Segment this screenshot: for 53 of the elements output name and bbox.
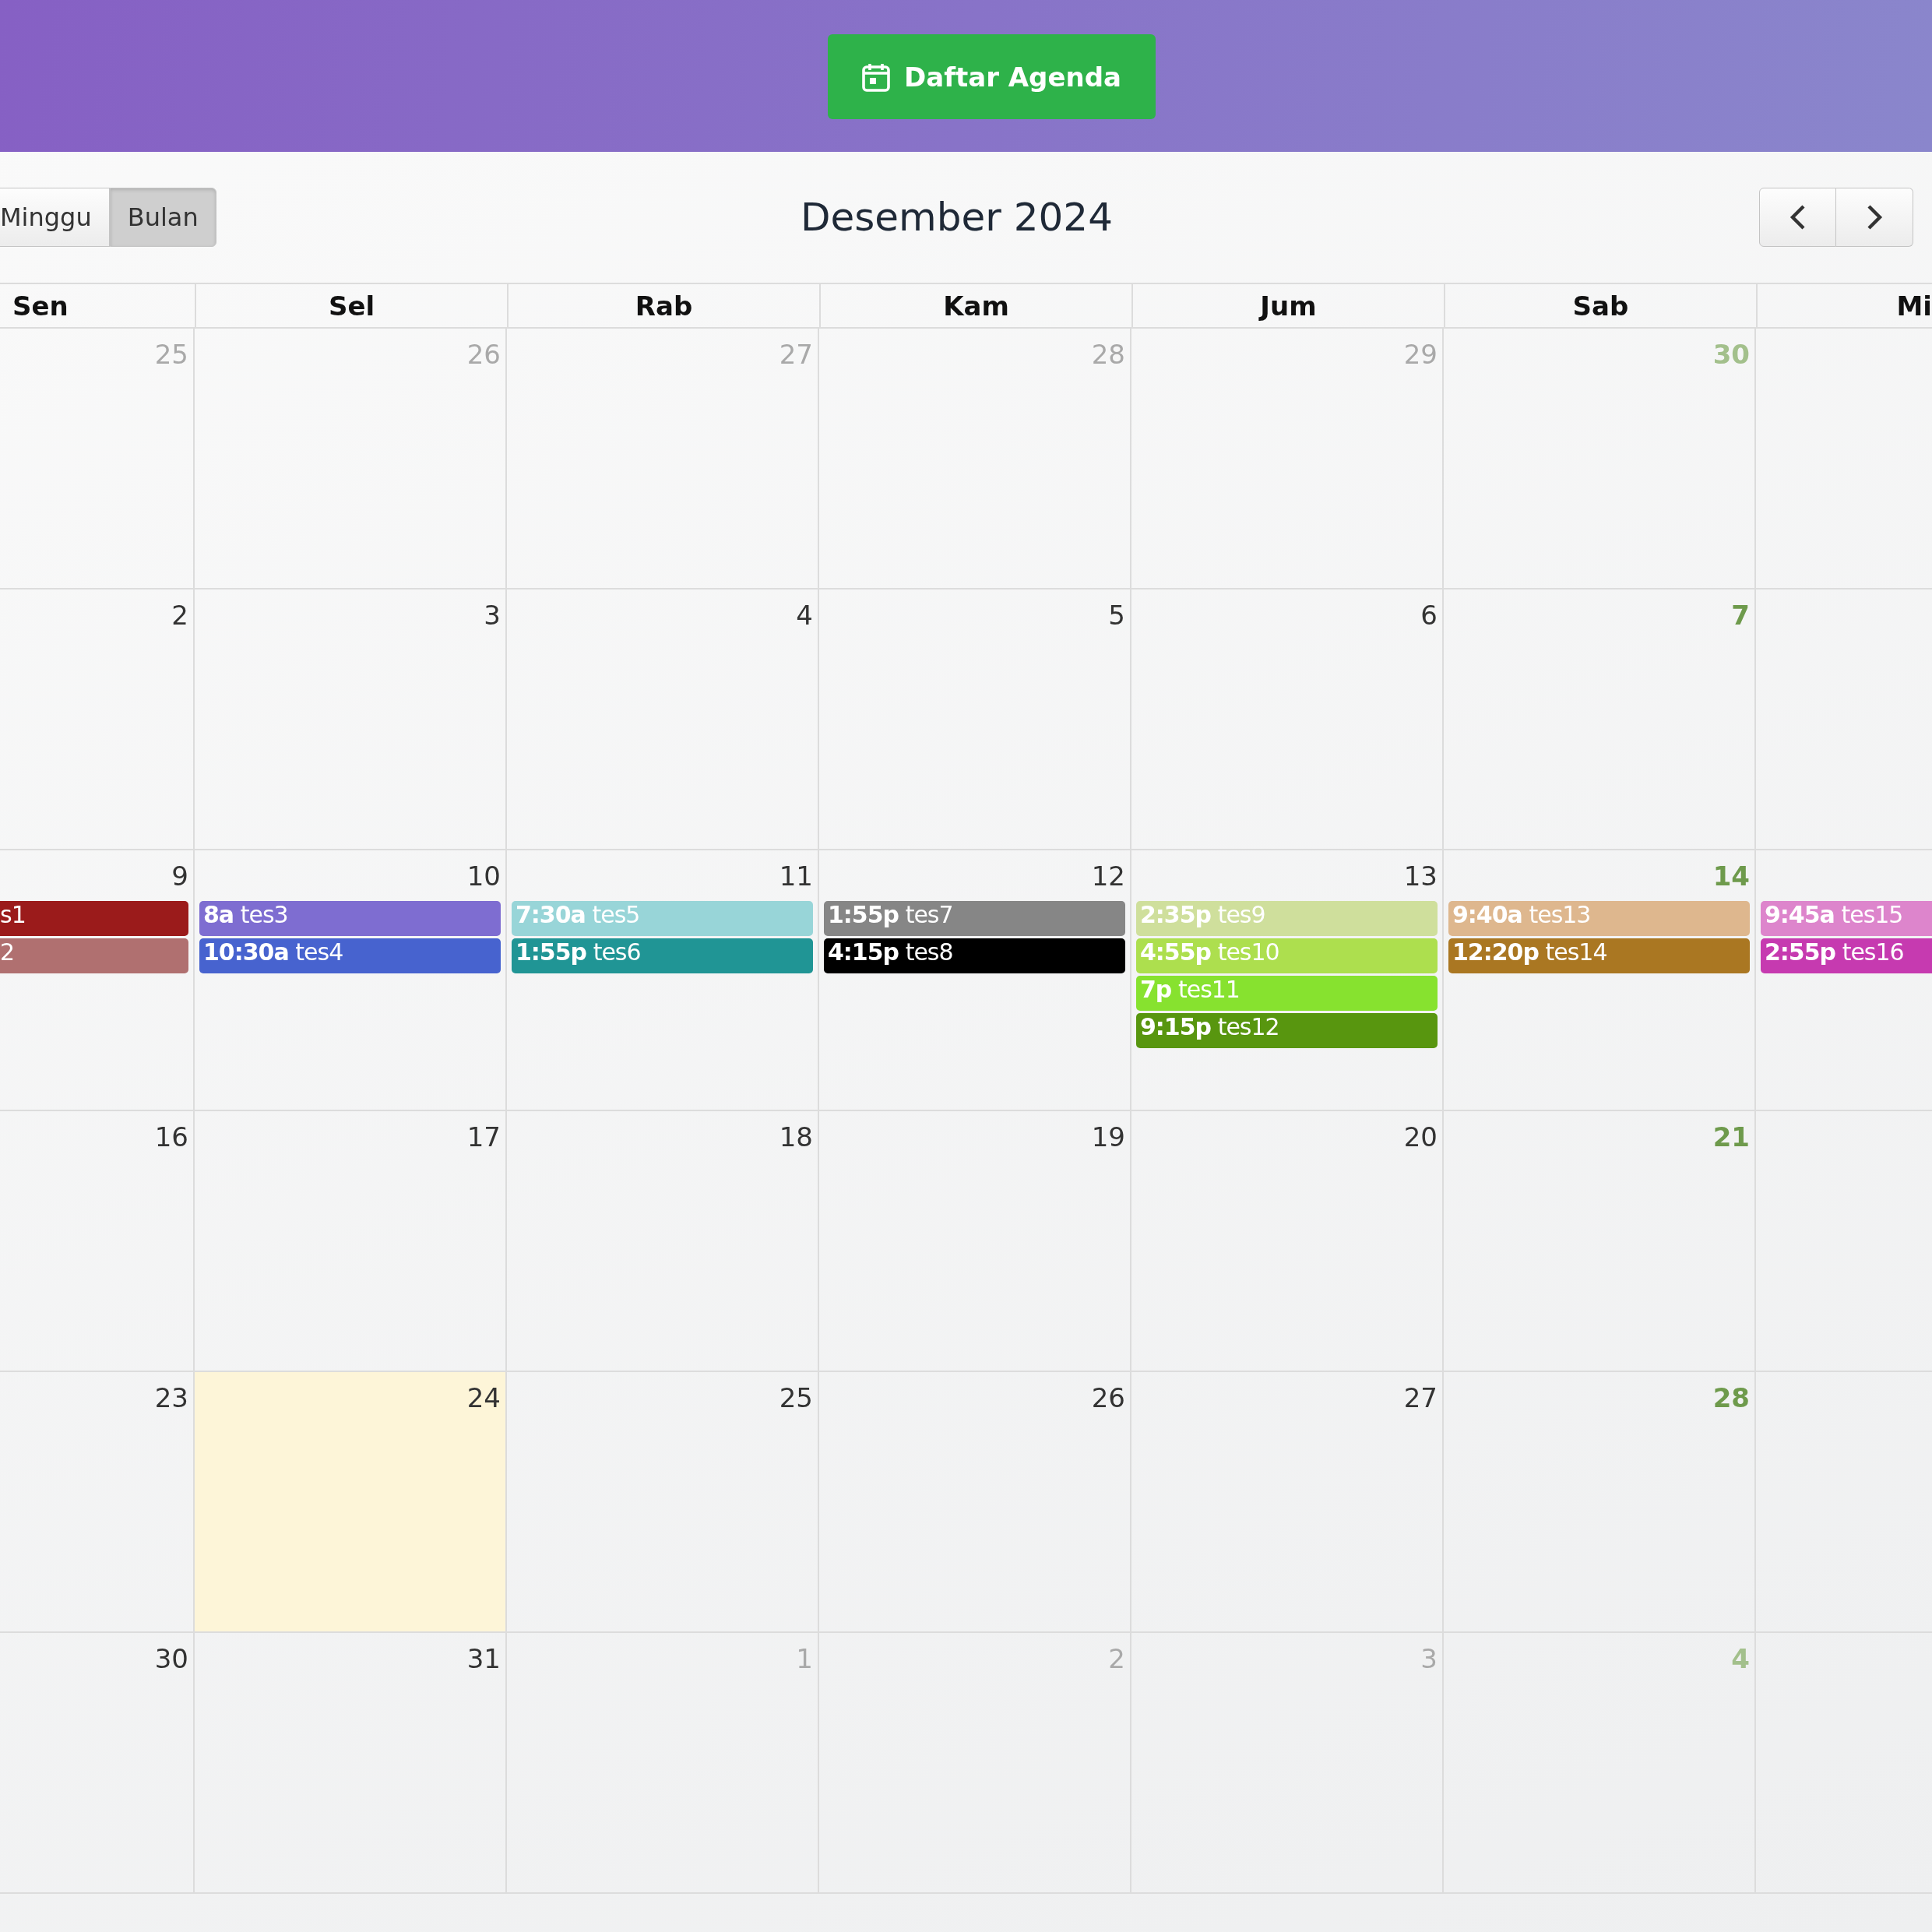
calendar-event[interactable]: 2 — [0, 938, 188, 973]
day-number[interactable]: 20 — [1403, 1114, 1438, 1160]
calendar-event[interactable]: 1:55p tes7 — [824, 901, 1125, 936]
calendar-event[interactable]: 8a tes3 — [199, 901, 501, 936]
day-number[interactable]: 28 — [1712, 1375, 1750, 1420]
calendar-event[interactable]: 12:20p tes14 — [1448, 938, 1750, 973]
day-number[interactable]: 26 — [1091, 1375, 1125, 1420]
weekday-header: Sab — [1444, 284, 1756, 327]
weekday-header: Rab — [507, 284, 819, 327]
day-number[interactable]: 6 — [1420, 593, 1438, 638]
chevron-left-icon — [1789, 204, 1807, 231]
day-number[interactable]: 27 — [1403, 1375, 1438, 1420]
day-number[interactable]: 5 — [1108, 593, 1125, 638]
calendar-event[interactable]: 9:45a tes15 — [1761, 901, 1932, 936]
calendar-event[interactable]: 9:15p tes12 — [1136, 1013, 1438, 1048]
day-number[interactable]: 25 — [779, 1375, 813, 1420]
weekday-header: Sel — [195, 284, 507, 327]
day-number[interactable]: 18 — [779, 1114, 813, 1160]
calendar-event[interactable]: 4:15p tes8 — [824, 938, 1125, 973]
calendar-icon — [862, 62, 890, 92]
day-number[interactable]: 12 — [1091, 853, 1125, 899]
day-number[interactable]: 16 — [154, 1114, 188, 1160]
view-tab[interactable]: Minggu — [0, 188, 110, 247]
day-number[interactable]: 9 — [171, 853, 188, 899]
day-number[interactable]: 11 — [779, 853, 813, 899]
weekday-header: Sen — [12, 289, 69, 323]
day-number[interactable]: 14 — [1712, 853, 1750, 899]
agenda-list-button[interactable]: Daftar Agenda — [828, 34, 1156, 119]
weekday-header: Kam — [819, 284, 1131, 327]
day-number[interactable]: 4 — [796, 593, 813, 638]
calendar-event[interactable]: s1 — [0, 901, 188, 936]
day-number[interactable]: 19 — [1091, 1114, 1125, 1160]
calendar-event[interactable]: 10:30a tes4 — [199, 938, 501, 973]
day-number[interactable]: 7 — [1731, 593, 1750, 638]
day-number[interactable]: 31 — [466, 1636, 501, 1681]
chevron-right-icon — [1866, 204, 1883, 231]
calendar-event[interactable]: 1:55p tes6 — [512, 938, 813, 973]
next-button[interactable] — [1836, 188, 1913, 247]
day-number[interactable]: 21 — [1712, 1114, 1750, 1160]
calendar-event[interactable]: 2:55p tes16 — [1761, 938, 1932, 973]
day-number[interactable]: 10 — [466, 853, 501, 899]
day-number[interactable]: 24 — [466, 1375, 501, 1420]
view-tab[interactable]: Bulan — [109, 188, 216, 247]
previous-button[interactable] — [1759, 188, 1836, 247]
day-number[interactable]: 17 — [466, 1114, 501, 1160]
day-number[interactable]: 23 — [154, 1375, 188, 1420]
day-number[interactable]: 3 — [484, 593, 501, 638]
day-number[interactable]: 13 — [1403, 853, 1438, 899]
weekday-header: Mi — [1756, 284, 1932, 327]
day-number[interactable]: 2 — [171, 593, 188, 638]
day-number[interactable]: 30 — [154, 1636, 188, 1681]
weekday-header: Jum — [1131, 284, 1444, 327]
month-title: Desember 2024 — [801, 195, 1113, 240]
